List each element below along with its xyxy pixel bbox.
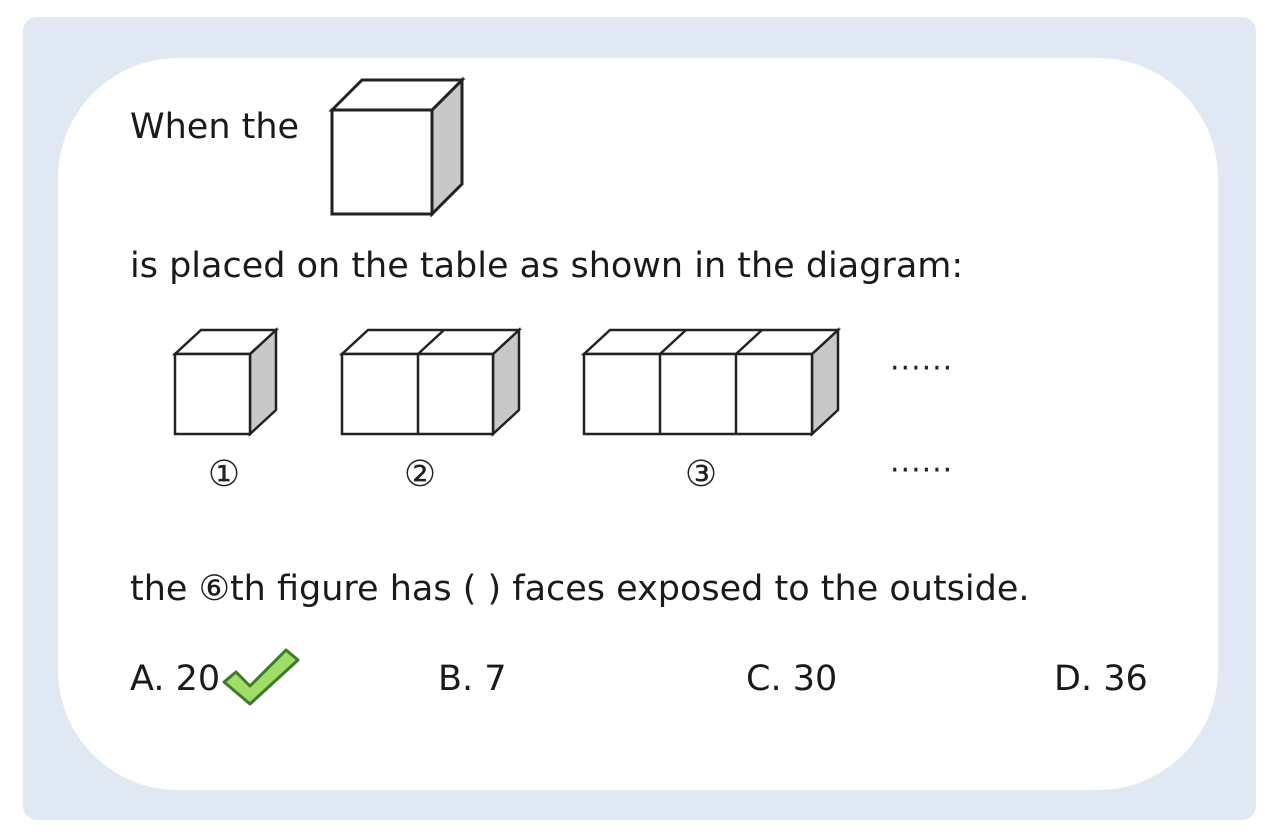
figure-2-label: ② — [404, 454, 436, 495]
option-c[interactable]: C. 30 — [746, 662, 837, 697]
option-d[interactable]: D. 36 — [1054, 662, 1148, 697]
question-text-line-3: the ⑥th figure has ( ) faces exposed to … — [130, 569, 1030, 609]
question-text-line-1: When the — [130, 107, 300, 147]
question-text-line-2: is placed on the table as shown in the d… — [130, 246, 964, 286]
figure-2-cubes — [338, 327, 523, 437]
check-icon — [222, 648, 300, 706]
figure-3-label: ③ — [685, 454, 717, 495]
cube-diagram: ······ ······ ① ② ③ — [171, 327, 953, 495]
ellipsis-top: ······ — [890, 351, 953, 386]
figure-3-cubes — [580, 327, 842, 437]
figure-1-label: ① — [208, 454, 240, 495]
option-a[interactable]: A. 20 — [130, 662, 220, 697]
cube-icon — [328, 76, 466, 218]
figure-1-cubes — [171, 327, 280, 437]
option-b[interactable]: B. 7 — [438, 662, 507, 697]
ellipsis-bottom: ······ — [890, 453, 953, 488]
